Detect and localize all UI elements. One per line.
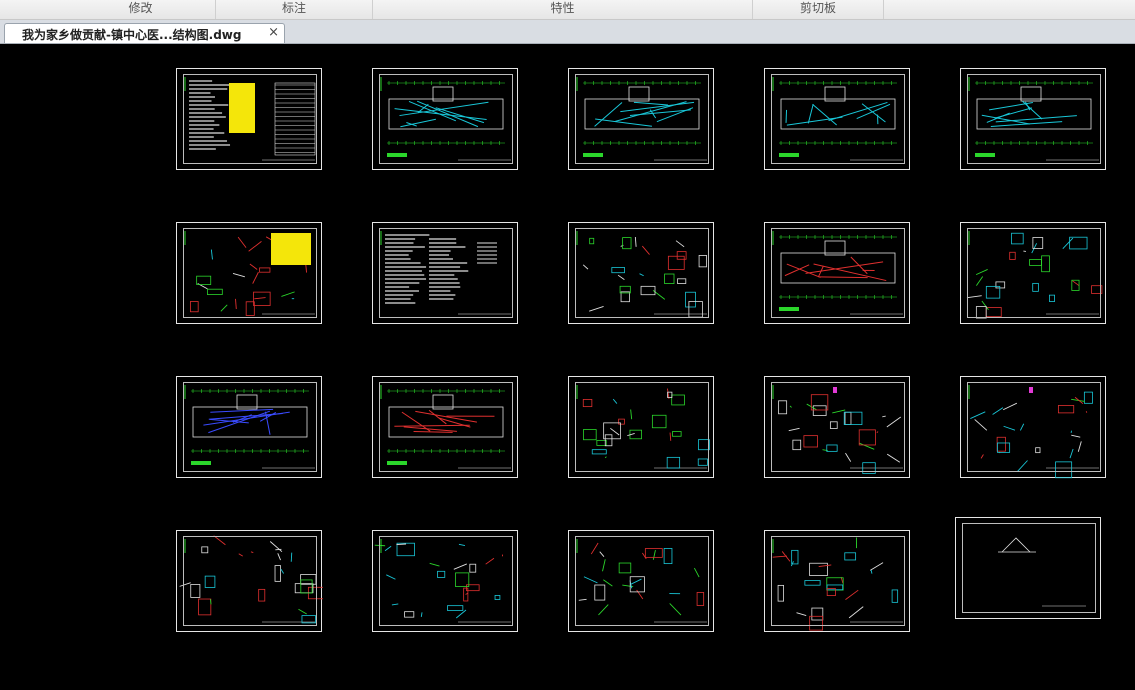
ribbon-group-annotation[interactable]: 标注 (216, 0, 373, 19)
document-tab[interactable]: 我为家乡做贡献-镇中心医...结构图.dwg × (4, 23, 285, 43)
drawing-sheet[interactable] (372, 376, 518, 478)
drawing-sheet[interactable] (176, 376, 322, 478)
drawing-sheet[interactable] (764, 222, 910, 324)
ribbon-group-label: 剪切板 (799, 1, 836, 15)
drawing-canvas[interactable] (0, 44, 1135, 690)
drawing-sheet[interactable] (372, 530, 518, 632)
drawing-sheet[interactable] (568, 68, 714, 170)
drawing-sheet[interactable] (372, 68, 518, 170)
ribbon-panel-labels: 修改 标注 特性 剪切板 (0, 0, 1135, 20)
drawing-sheet[interactable] (960, 222, 1106, 324)
drawing-sheet[interactable] (960, 376, 1106, 479)
document-tab-bar: 我为家乡做贡献-镇中心医...结构图.dwg × (0, 20, 1135, 44)
ribbon-group-properties[interactable]: 特性 (373, 0, 753, 19)
drawing-sheet[interactable] (372, 222, 518, 324)
drawing-sheet[interactable] (568, 376, 714, 478)
drawing-sheet[interactable] (176, 222, 322, 324)
ribbon-group-label: 标注 (281, 1, 306, 15)
document-tab-title: 我为家乡做贡献-镇中心医...结构图.dwg (22, 28, 242, 42)
drawing-sheet[interactable] (176, 68, 322, 170)
ribbon-group-label: 修改 (128, 1, 153, 15)
ribbon-group-clipboard[interactable]: 剪切板 (753, 0, 884, 19)
drawing-sheet[interactable] (764, 68, 910, 170)
drawing-sheet[interactable] (764, 530, 910, 632)
drawing-sheet[interactable] (568, 530, 714, 632)
drawing-sheet[interactable] (568, 222, 714, 324)
drawing-sheet[interactable] (955, 517, 1101, 619)
ribbon-group-label: 特性 (550, 1, 575, 15)
drawing-sheet[interactable] (176, 530, 323, 632)
ribbon-group-modify[interactable]: 修改 (66, 0, 216, 19)
drawing-sheet[interactable] (764, 376, 910, 478)
drawing-sheet[interactable] (960, 68, 1106, 170)
close-icon[interactable]: × (268, 25, 279, 40)
